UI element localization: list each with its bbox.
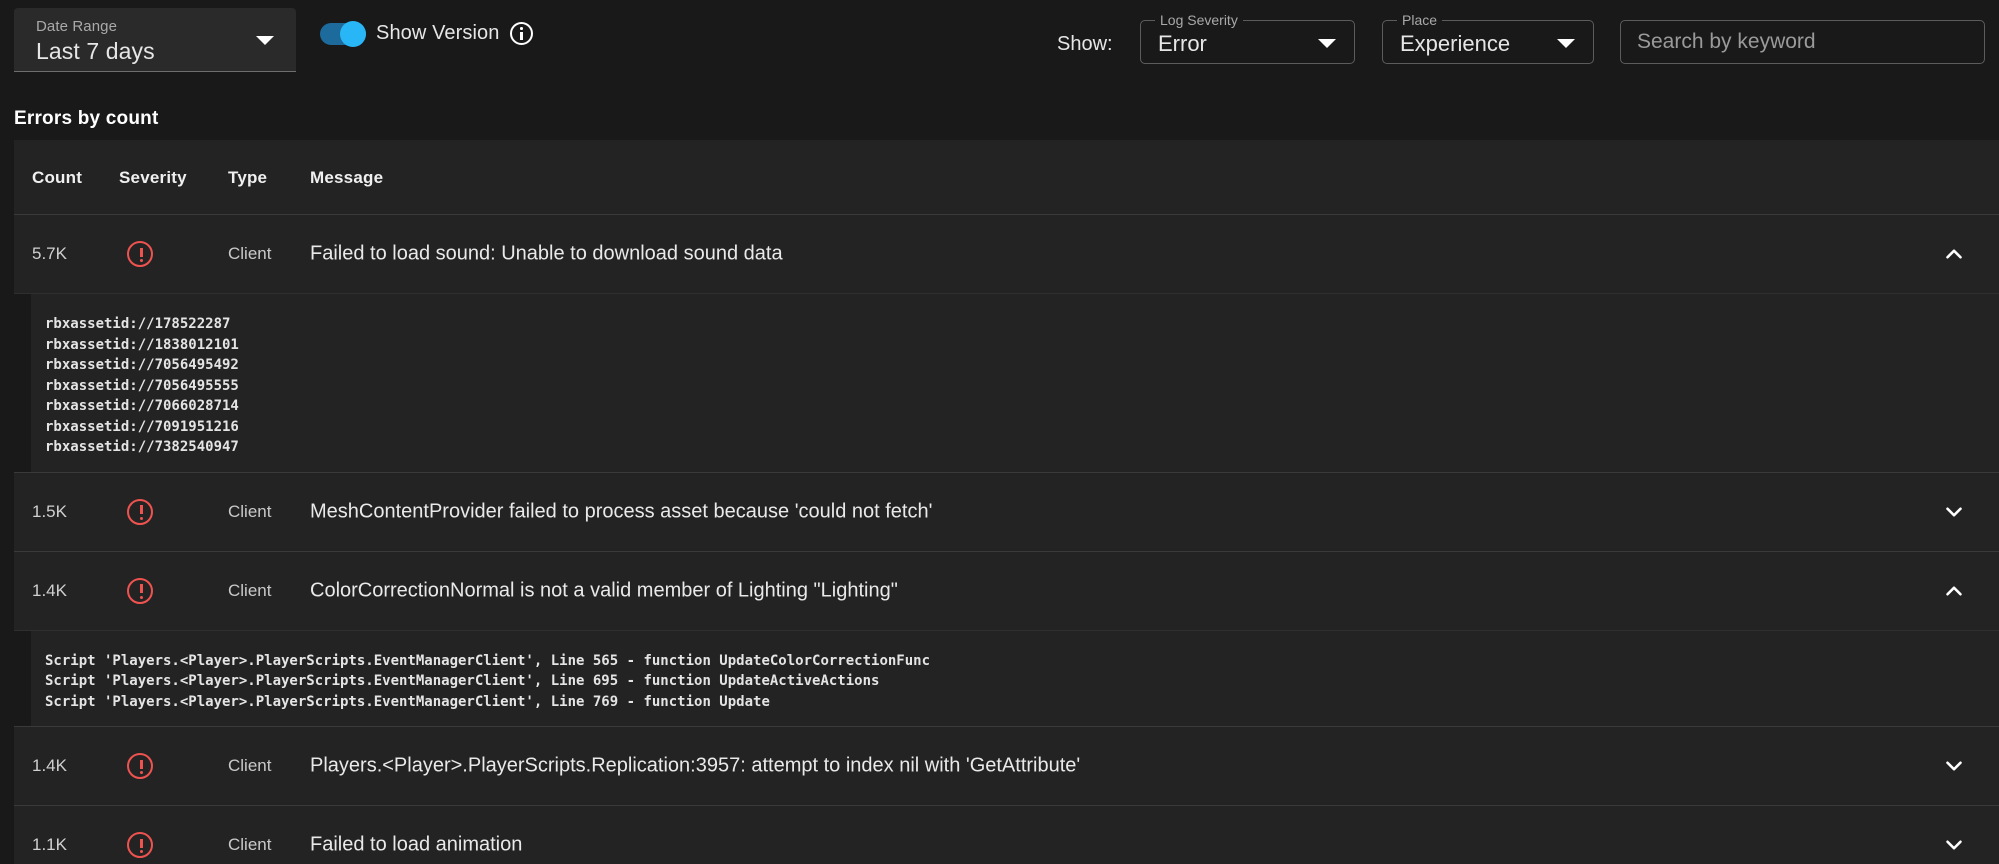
column-header-severity: Severity bbox=[119, 168, 187, 188]
row-type: Client bbox=[228, 581, 271, 601]
place-select[interactable]: Place Experience bbox=[1382, 20, 1594, 64]
row-count: 5.7K bbox=[32, 244, 67, 264]
table-row[interactable]: 1.5K Client MeshContentProvider failed to … bbox=[14, 473, 1999, 552]
filters-toolbar: Date Range Last 7 days Show Version Show… bbox=[0, 0, 1999, 72]
row-count: 1.5K bbox=[32, 502, 67, 522]
caret-down-icon bbox=[256, 36, 274, 45]
row-count: 1.4K bbox=[32, 581, 67, 601]
table-row-summary[interactable]: 1.5K Client MeshContentProvider failed to … bbox=[14, 473, 1999, 551]
row-detail-panel: rbxassetid://178522287 rbxassetid://1838… bbox=[14, 293, 1999, 472]
severity-cell bbox=[127, 499, 153, 525]
chevron-up-icon[interactable] bbox=[1941, 578, 1967, 604]
date-range-label: Date Range bbox=[36, 18, 117, 35]
log-severity-label: Log Severity bbox=[1155, 12, 1243, 28]
table-row-summary[interactable]: 1.4K Client Players.<Player>.PlayerScripts… bbox=[14, 727, 1999, 805]
column-header-count: Count bbox=[32, 168, 82, 188]
date-range-value: Last 7 days bbox=[36, 38, 155, 65]
row-message: MeshContentProvider failed to process as… bbox=[310, 500, 932, 523]
table-header-row: Count Severity Type Message bbox=[14, 140, 1999, 215]
table-row[interactable]: 1.4K Client Players.<Player>.PlayerScripts… bbox=[14, 727, 1999, 806]
row-type: Client bbox=[228, 835, 271, 855]
page-title: Errors by count bbox=[14, 108, 158, 130]
error-icon bbox=[127, 578, 153, 604]
date-range-select[interactable]: Date Range Last 7 days bbox=[14, 8, 296, 72]
show-filters-label: Show: bbox=[1057, 33, 1113, 56]
row-type: Client bbox=[228, 244, 271, 264]
severity-cell bbox=[127, 578, 153, 604]
row-type: Client bbox=[228, 756, 271, 776]
row-message: Failed to load animation bbox=[310, 834, 522, 857]
row-message: ColorCorrectionNormal is not a valid mem… bbox=[310, 579, 898, 602]
row-count: 1.4K bbox=[32, 756, 67, 776]
column-header-type: Type bbox=[228, 168, 267, 188]
error-icon bbox=[127, 832, 153, 858]
chevron-up-icon[interactable] bbox=[1941, 241, 1967, 267]
place-label: Place bbox=[1397, 12, 1442, 28]
chevron-down-icon[interactable] bbox=[1941, 499, 1967, 525]
row-detail-text: Script 'Players.<Player>.PlayerScripts.E… bbox=[14, 651, 1999, 713]
caret-down-icon bbox=[1557, 39, 1575, 48]
error-icon bbox=[127, 241, 153, 267]
log-severity-value: Error bbox=[1158, 31, 1207, 57]
table-row[interactable]: 1.1K Client Failed to load animation bbox=[14, 806, 1999, 864]
row-type: Client bbox=[228, 502, 271, 522]
show-version-toggle-group: Show Version bbox=[320, 22, 533, 45]
switch-knob bbox=[340, 21, 366, 47]
severity-cell bbox=[127, 832, 153, 858]
error-icon bbox=[127, 753, 153, 779]
show-version-label: Show Version bbox=[376, 22, 500, 45]
error-icon bbox=[127, 499, 153, 525]
row-count: 1.1K bbox=[32, 835, 67, 855]
show-version-switch[interactable] bbox=[320, 23, 366, 45]
table-row-summary[interactable]: 5.7K Client Failed to load sound: Unable t… bbox=[14, 215, 1999, 293]
table-row-summary[interactable]: 1.1K Client Failed to load animation bbox=[14, 806, 1999, 864]
row-detail-panel: Script 'Players.<Player>.PlayerScripts.E… bbox=[14, 630, 1999, 727]
caret-down-icon bbox=[1318, 39, 1336, 48]
errors-table: Count Severity Type Message 5.7K Client Fa… bbox=[14, 140, 1999, 864]
search-input[interactable] bbox=[1620, 20, 1985, 64]
table-row[interactable]: 1.4K Client ColorCorrectionNormal is not a… bbox=[14, 552, 1999, 728]
info-icon[interactable] bbox=[510, 22, 533, 45]
severity-cell bbox=[127, 241, 153, 267]
log-severity-select[interactable]: Log Severity Error bbox=[1140, 20, 1355, 64]
row-message: Failed to load sound: Unable to download… bbox=[310, 243, 783, 266]
table-body: 5.7K Client Failed to load sound: Unable t… bbox=[14, 215, 1999, 864]
severity-cell bbox=[127, 753, 153, 779]
chevron-down-icon[interactable] bbox=[1941, 753, 1967, 779]
place-value: Experience bbox=[1400, 31, 1510, 57]
row-detail-text: rbxassetid://178522287 rbxassetid://1838… bbox=[14, 314, 1999, 458]
table-row[interactable]: 5.7K Client Failed to load sound: Unable t… bbox=[14, 215, 1999, 473]
chevron-down-icon[interactable] bbox=[1941, 832, 1967, 858]
column-header-message: Message bbox=[310, 168, 383, 188]
row-message: Players.<Player>.PlayerScripts.Replicati… bbox=[310, 755, 1080, 778]
table-row-summary[interactable]: 1.4K Client ColorCorrectionNormal is not a… bbox=[14, 552, 1999, 630]
